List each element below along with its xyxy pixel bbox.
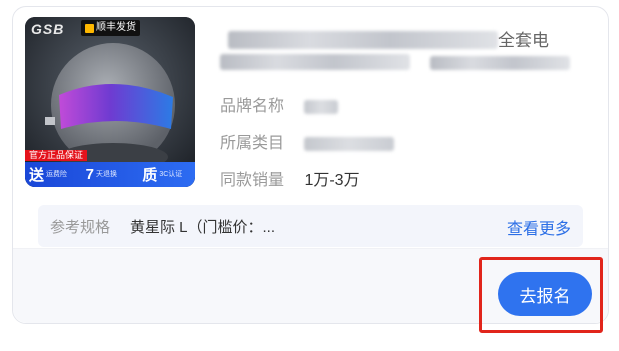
promo-strip: 送 运费险 7 天退换 质 3C认证 — [25, 162, 195, 187]
product-title-fragment: 全套电 — [498, 31, 549, 50]
sf-logo-icon — [85, 23, 94, 33]
field-category: 所属类目 — [220, 129, 395, 153]
field-label: 品牌名称 — [220, 98, 285, 115]
promo-big: 质 — [142, 167, 158, 184]
promo-big: 送 — [29, 167, 45, 184]
spec-label: 参考规格 — [50, 219, 111, 236]
shipping-badge-label: 顺丰发货 — [96, 22, 136, 33]
product-thumbnail[interactable]: GSB 顺丰发货 官方正品保证 送 运费险 7 天退换 质 3C认证 — [25, 17, 195, 187]
field-value: 1万-3万 — [304, 172, 360, 189]
field-brand: 品牌名称 — [220, 92, 339, 116]
field-value-blurred — [304, 136, 395, 151]
promo-small: 天退换 — [96, 170, 118, 178]
spec-bar: 参考规格 黄星际 L（门槛价：... 查看更多 — [38, 205, 583, 247]
field-label: 所属类目 — [220, 135, 285, 152]
shipping-badge: 顺丰发货 — [81, 20, 140, 36]
promo-item: 7 天退换 — [82, 166, 139, 183]
brand-logo: GSB — [31, 21, 65, 37]
signup-button[interactable]: 去报名 — [498, 272, 592, 316]
promo-item: 质 3C认证 — [138, 164, 195, 185]
field-label: 同款销量 — [220, 172, 285, 189]
promo-item: 送 运费险 — [25, 164, 82, 185]
promo-small: 运费险 — [46, 170, 68, 178]
promo-big: 7 — [85, 166, 95, 183]
spec-value: 黄星际 L（门槛价：... — [130, 219, 276, 236]
field-value-blurred — [304, 99, 339, 114]
official-guarantee-tag: 官方正品保证 — [25, 150, 88, 161]
field-sales: 同款销量 1万-3万 — [220, 166, 360, 190]
view-more-link[interactable]: 查看更多 — [507, 215, 571, 239]
promo-small: 3C认证 — [159, 170, 183, 178]
